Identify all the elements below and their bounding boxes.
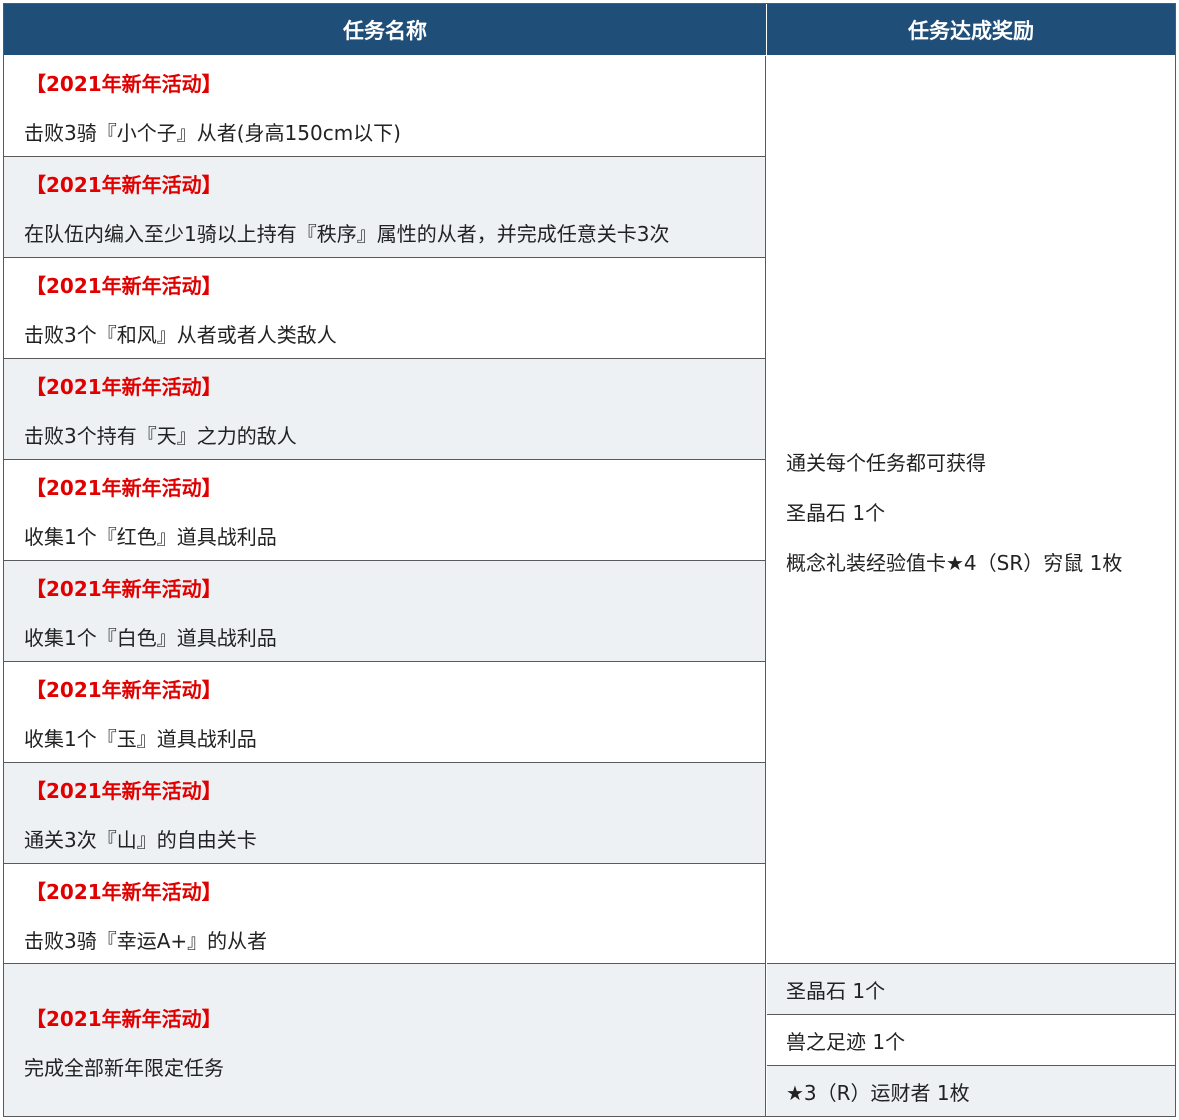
event-tag: 【2021年新年活动】 (26, 375, 222, 399)
event-tag: 【2021年新年活动】 (26, 678, 222, 702)
task-row: 【2021年新年活动】 击败3个『和风』从者或者人类敌人 (4, 258, 766, 359)
task-row: 【2021年新年活动】 在队伍内编入至少1骑以上持有『秩序』属性的从者，并完成任… (4, 157, 766, 258)
reward-item: 兽之足迹 1个 (786, 1030, 906, 1054)
final-reward-cell: 兽之足迹 1个 (767, 1015, 1175, 1066)
task-row: 【2021年新年活动】 击败3骑『小个子』从者(身高150cm以下) (4, 56, 766, 157)
task-description: 收集1个『红色』道具战利品 (24, 525, 277, 549)
final-reward-cell: ★3（R）运财者 1枚 (767, 1066, 1175, 1116)
event-tag: 【2021年新年活动】 (26, 779, 222, 803)
task-row: 【2021年新年活动】 收集1个『白色』道具战利品 (4, 561, 766, 662)
final-reward-cell: 圣晶石 1个 (767, 964, 1175, 1015)
task-description: 在队伍内编入至少1骑以上持有『秩序』属性的从者，并完成任意关卡3次 (24, 222, 670, 246)
final-task-row: 【2021年新年活动】 完成全部新年限定任务 (4, 964, 766, 1116)
event-tag: 【2021年新年活动】 (26, 72, 222, 96)
task-row: 【2021年新年活动】 收集1个『红色』道具战利品 (4, 460, 766, 561)
reward-item: 圣晶石 1个 (786, 979, 886, 1003)
task-row: 【2021年新年活动】 击败3个持有『天』之力的敌人 (4, 359, 766, 460)
event-tag: 【2021年新年活动】 (26, 173, 222, 197)
event-tag: 【2021年新年活动】 (26, 476, 222, 500)
task-description: 完成全部新年限定任务 (24, 1056, 224, 1080)
mission-table: 任务名称 任务达成奖励 【2021年新年活动】 击败3骑『小个子』从者(身高15… (3, 3, 1176, 1117)
reward-line: 通关每个任务都可获得 (786, 451, 986, 475)
task-description: 击败3骑『小个子』从者(身高150cm以下) (24, 121, 401, 145)
header-task-name: 任务名称 (4, 4, 767, 55)
reward-line: 圣晶石 1个 (786, 501, 886, 525)
event-tag: 【2021年新年活动】 (26, 577, 222, 601)
task-description: 击败3个持有『天』之力的敌人 (24, 424, 297, 448)
task-description: 通关3次『山』的自由关卡 (24, 828, 257, 852)
task-description: 击败3个『和风』从者或者人类敌人 (24, 323, 337, 347)
task-row: 【2021年新年活动】 通关3次『山』的自由关卡 (4, 763, 766, 864)
task-description: 击败3骑『幸运A+』的从者 (24, 929, 268, 953)
header-reward: 任务达成奖励 (767, 4, 1175, 55)
task-row: 【2021年新年活动】 收集1个『玉』道具战利品 (4, 662, 766, 763)
shared-reward-cell: 通关每个任务都可获得 圣晶石 1个 概念礼装经验值卡★4（SR）穷鼠 1枚 (767, 56, 1175, 964)
reward-item: ★3（R）运财者 1枚 (786, 1081, 970, 1105)
event-tag: 【2021年新年活动】 (26, 880, 222, 904)
task-description: 收集1个『玉』道具战利品 (24, 727, 257, 751)
task-row: 【2021年新年活动】 击败3骑『幸运A+』的从者 (4, 864, 766, 964)
task-description: 收集1个『白色』道具战利品 (24, 626, 277, 650)
event-tag: 【2021年新年活动】 (26, 1007, 222, 1031)
event-tag: 【2021年新年活动】 (26, 274, 222, 298)
reward-line: 概念礼装经验值卡★4（SR）穷鼠 1枚 (786, 551, 1123, 575)
